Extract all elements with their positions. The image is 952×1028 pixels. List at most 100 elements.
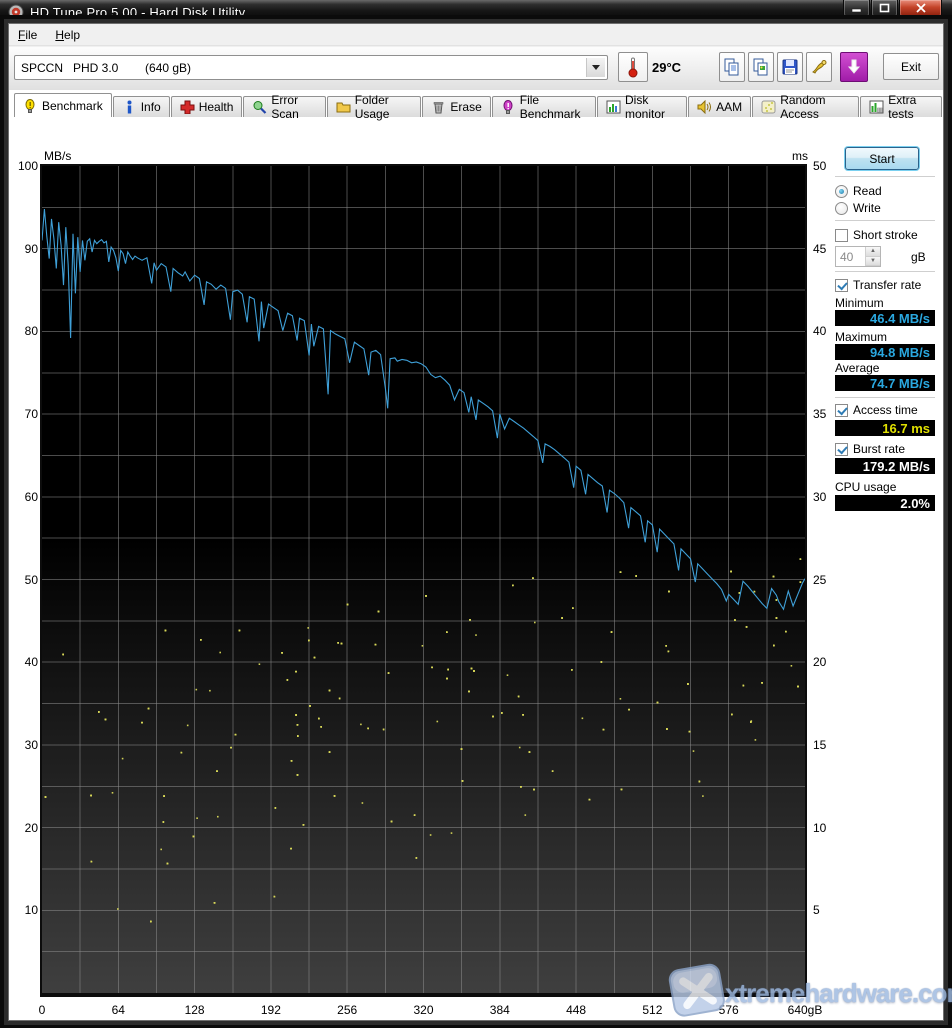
folder-icon bbox=[336, 102, 351, 113]
exit-button[interactable]: Exit bbox=[883, 53, 939, 80]
copy-icon bbox=[724, 58, 739, 76]
tab-erase[interactable]: Erase bbox=[422, 96, 491, 117]
tab-label: AAM bbox=[716, 100, 743, 114]
access-time-value: 16.7 ms bbox=[835, 420, 935, 436]
exit-label: Exit bbox=[900, 59, 921, 74]
options-button[interactable] bbox=[806, 52, 832, 82]
access-time-checkbox[interactable] bbox=[835, 403, 848, 417]
axis-tick-label: 384 bbox=[489, 1003, 510, 1017]
axis-tick-label: 128 bbox=[184, 1003, 205, 1017]
axis-tick-label: 25 bbox=[813, 572, 827, 587]
app-icon bbox=[8, 4, 24, 20]
start-button[interactable]: Start bbox=[845, 147, 919, 170]
short-stroke-row[interactable]: Short stroke bbox=[835, 228, 918, 242]
axis-tick-label: 45 bbox=[813, 241, 827, 256]
tab-random-access[interactable]: Random Access bbox=[752, 93, 860, 121]
tab-folder-usage[interactable]: Folder Usage bbox=[326, 93, 422, 121]
axis-tick-label: 512 bbox=[642, 1003, 663, 1017]
tab-benchmark[interactable]: Benchmark bbox=[14, 93, 112, 117]
tab-label: Disk monitor bbox=[625, 93, 666, 121]
copy-text-button[interactable] bbox=[719, 52, 745, 82]
axis-tick-label: 20 bbox=[24, 820, 38, 835]
transfer-rate-checkbox[interactable] bbox=[835, 278, 848, 292]
tab-label: Random Access bbox=[780, 93, 826, 121]
tab-label: Health bbox=[198, 100, 234, 114]
tab-strip: Benchmark Info Health Error Scan Folder … bbox=[14, 93, 943, 121]
maximum-label: Maximum bbox=[835, 330, 888, 344]
copy-image-button[interactable] bbox=[748, 52, 774, 82]
axis-tick-label: 30 bbox=[813, 489, 827, 504]
axis-tick-label: 320 bbox=[413, 1003, 434, 1017]
menu-bar: File Help bbox=[9, 24, 943, 46]
axis-tick-label: 40 bbox=[813, 324, 827, 339]
y-left-unit-label: MB/s bbox=[44, 149, 72, 163]
transfer-rate-row[interactable]: Transfer rate bbox=[835, 278, 921, 292]
short-stroke-value: 40 bbox=[840, 249, 854, 264]
tab-aam[interactable]: AAM bbox=[688, 96, 752, 117]
tab-label: Info bbox=[140, 100, 161, 114]
axis-tick-label: 10 bbox=[813, 820, 827, 835]
drive-selector-arrow[interactable] bbox=[586, 58, 605, 77]
tab-extra-tests[interactable]: Extra tests bbox=[860, 93, 942, 121]
read-radio-row[interactable]: Read bbox=[835, 184, 882, 198]
burst-rate-checkbox[interactable] bbox=[835, 442, 848, 456]
separator bbox=[835, 397, 935, 399]
save-icon bbox=[782, 59, 798, 75]
short-stroke-checkbox[interactable] bbox=[835, 228, 848, 242]
temperature-button[interactable] bbox=[618, 52, 648, 82]
speaker-icon bbox=[697, 100, 712, 114]
axis-tick-label: 64 bbox=[111, 1003, 125, 1017]
axis-tick-label: 70 bbox=[24, 407, 38, 422]
menu-file[interactable]: File bbox=[9, 25, 46, 45]
tab-label: File Benchmark bbox=[519, 93, 581, 121]
menu-help[interactable]: Help bbox=[46, 25, 89, 45]
download-arrow-icon bbox=[847, 59, 861, 74]
short-stroke-label: Short stroke bbox=[853, 228, 918, 242]
tab-disk-monitor[interactable]: Disk monitor bbox=[597, 93, 688, 121]
tab-info[interactable]: Info bbox=[112, 96, 170, 117]
thermometer-icon bbox=[628, 57, 638, 78]
axis-tick-label: 256 bbox=[337, 1003, 358, 1017]
axis-tick-label: 30 bbox=[24, 737, 38, 752]
write-radio-row[interactable]: Write bbox=[835, 201, 881, 215]
write-label: Write bbox=[853, 201, 881, 215]
random-access-icon bbox=[761, 100, 776, 114]
client-area: File Help SPCCN PHD 3.0 (640 gB) 29°C Ex… bbox=[9, 24, 952, 1020]
axis-tick-label: 40 bbox=[24, 655, 38, 670]
drive-selector[interactable]: SPCCN PHD 3.0 (640 gB) bbox=[14, 55, 608, 80]
minimize-button[interactable] bbox=[843, 0, 870, 17]
axis-tick-label: 640gB bbox=[787, 1003, 823, 1017]
spinner-buttons[interactable]: ▲ ▼ bbox=[865, 247, 880, 266]
short-stroke-spinner[interactable]: 40 ▲ ▼ bbox=[835, 246, 881, 267]
tab-label: Erase bbox=[450, 100, 482, 114]
tab-error-scan[interactable]: Error Scan bbox=[243, 93, 326, 121]
burst-rate-row[interactable]: Burst rate bbox=[835, 442, 905, 456]
separator bbox=[835, 271, 935, 273]
tab-file-benchmark[interactable]: File Benchmark bbox=[491, 93, 596, 121]
spinner-down-icon[interactable]: ▼ bbox=[866, 256, 880, 266]
read-radio[interactable] bbox=[835, 184, 848, 198]
download-results-button[interactable] bbox=[840, 52, 868, 82]
maximize-button[interactable] bbox=[871, 0, 898, 17]
close-button[interactable] bbox=[899, 0, 942, 17]
spinner-up-icon[interactable]: ▲ bbox=[866, 247, 880, 257]
close-icon bbox=[915, 3, 926, 13]
tab-health[interactable]: Health bbox=[170, 96, 243, 117]
separator bbox=[835, 176, 935, 178]
info-icon bbox=[127, 100, 132, 114]
separator bbox=[835, 220, 935, 222]
file-benchmark-icon bbox=[503, 100, 513, 114]
access-time-row[interactable]: Access time bbox=[835, 403, 918, 417]
axis-tick-label: 192 bbox=[260, 1003, 281, 1017]
save-button[interactable] bbox=[777, 52, 803, 82]
axis-tick-label: 20 bbox=[813, 655, 827, 670]
minimum-value: 46.4 MB/s bbox=[835, 310, 935, 326]
axis-tick-label: 15 bbox=[813, 737, 827, 752]
y-right-unit-label: ms bbox=[792, 149, 808, 163]
tab-label: Benchmark bbox=[42, 98, 103, 113]
drive-selector-value: SPCCN PHD 3.0 (640 gB) bbox=[21, 60, 192, 75]
app-window: HD Tune Pro 5.00 - Hard Disk Utility Fil… bbox=[0, 0, 952, 1028]
write-radio[interactable] bbox=[835, 201, 848, 215]
axis-tick-label: 50 bbox=[24, 572, 38, 587]
axis-tick-label: 576 bbox=[718, 1003, 739, 1017]
